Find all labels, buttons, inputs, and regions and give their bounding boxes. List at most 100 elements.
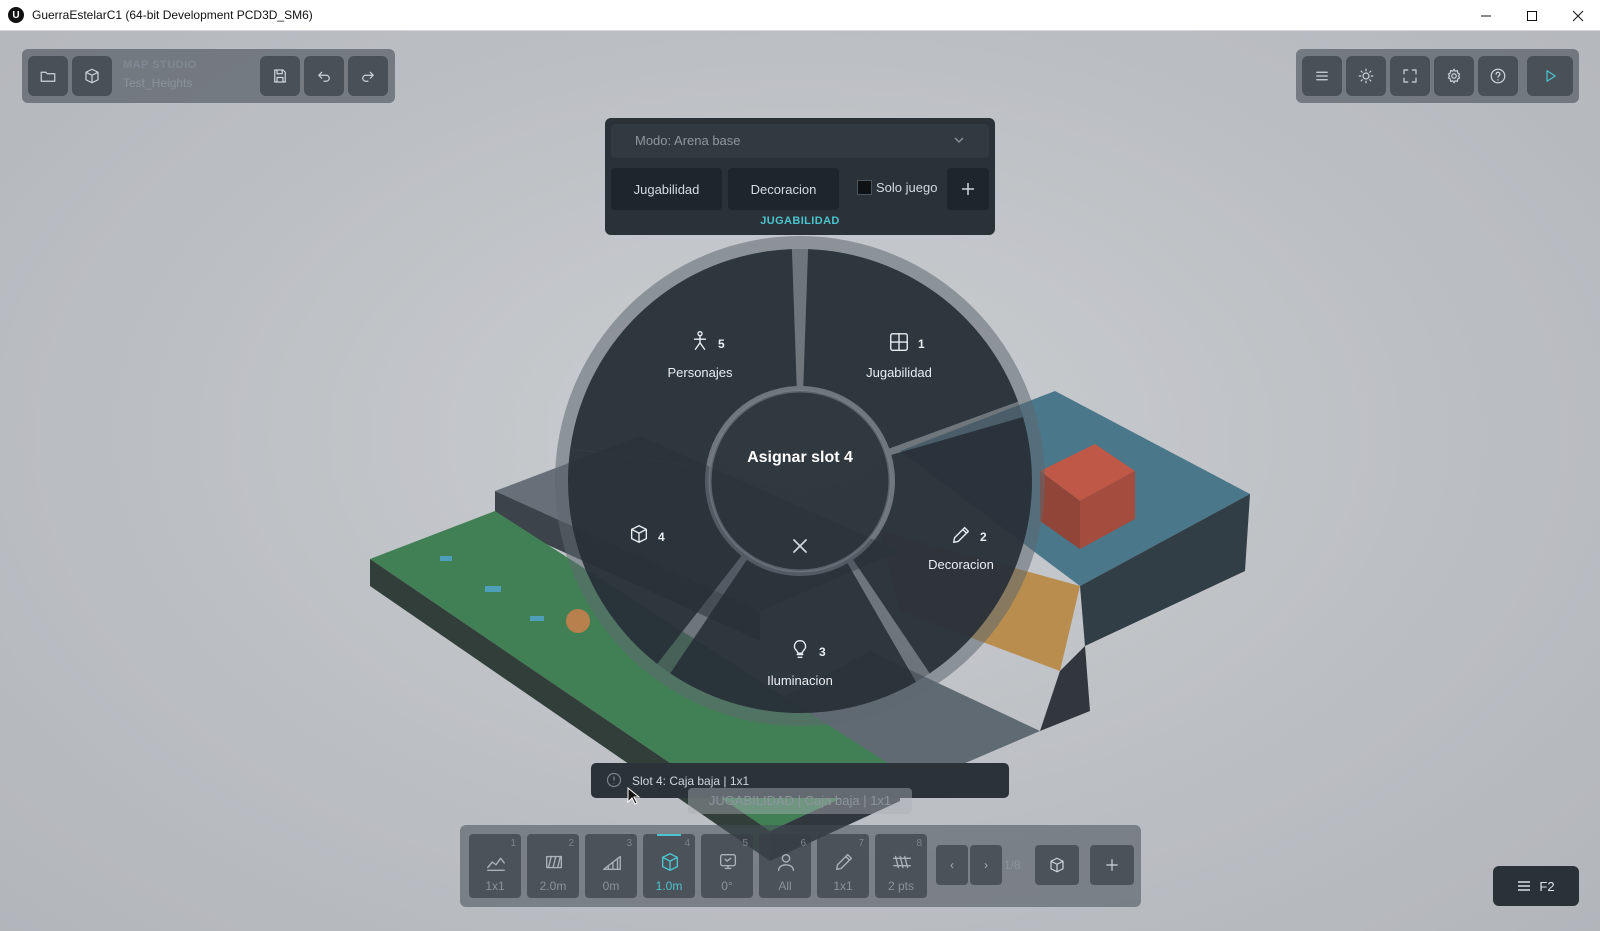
cube-icon	[628, 523, 650, 545]
menu-button[interactable]	[1302, 56, 1342, 96]
lightbulb-icon	[789, 638, 811, 660]
redo-icon	[362, 71, 374, 82]
radial-close-button[interactable]	[788, 534, 812, 558]
rotate-icon	[717, 851, 739, 873]
radial-center-title: Asignar slot 4	[747, 449, 853, 466]
pencil-icon	[833, 851, 855, 873]
settings-icon	[1447, 68, 1461, 84]
segment-number-decoracion: 2	[980, 530, 987, 544]
slot-1[interactable]: 1 1x1	[469, 834, 521, 898]
undo-icon	[318, 71, 330, 82]
solo-juego-toggle[interactable]: Solo juego	[857, 180, 937, 195]
slot-8[interactable]: 8 2 pts	[875, 834, 927, 898]
segment-label-jugabilidad: Jugabilidad	[866, 365, 932, 380]
maximize-icon	[1527, 10, 1537, 21]
close-icon	[1572, 10, 1584, 21]
mouse-cursor-icon	[627, 787, 641, 805]
slot-number: 8	[916, 838, 922, 849]
help-button[interactable]	[1478, 56, 1518, 96]
tooltip-text: Slot 4: Caja baja | 1x1	[632, 774, 750, 788]
slot-number: 5	[742, 838, 748, 849]
mode-select-value: Modo: Arena base	[635, 133, 741, 148]
slot-7[interactable]: 7 1x1	[817, 834, 869, 898]
plus-icon	[962, 183, 974, 195]
slot-value: 1.0m	[655, 879, 683, 893]
lighting-button[interactable]	[1346, 56, 1386, 96]
terrain-icon	[485, 851, 507, 873]
slot-5[interactable]: 5 0°	[701, 834, 753, 898]
undo-button[interactable]	[304, 56, 344, 96]
slot-number: 2	[568, 838, 574, 849]
ramp-icon	[601, 851, 623, 873]
f2-settings-button[interactable]: F2	[1493, 866, 1579, 906]
map-name: Test_Heights	[123, 76, 193, 90]
close-icon	[793, 539, 807, 553]
add-slot-button[interactable]	[1090, 845, 1134, 885]
solo-juego-checkbox[interactable]	[857, 180, 872, 195]
fullscreen-icon	[1403, 69, 1417, 83]
minimize-button[interactable]	[1463, 0, 1509, 31]
grid-icon	[888, 331, 910, 353]
segment-number-iluminacion: 3	[819, 645, 826, 659]
page-indicator: 1/8	[1004, 858, 1021, 872]
minimize-icon	[1481, 15, 1491, 16]
cube-tool-button[interactable]	[1035, 845, 1079, 885]
fullscreen-button[interactable]	[1390, 56, 1430, 96]
sliders-icon	[1518, 881, 1531, 891]
next-page-button[interactable]: ›	[970, 845, 1002, 885]
assets-button[interactable]	[72, 56, 112, 96]
chevron-down-icon	[954, 137, 964, 143]
help-icon	[1490, 68, 1506, 84]
menu-icon	[1316, 71, 1328, 81]
sun-icon	[1358, 68, 1374, 84]
save-button[interactable]	[260, 56, 300, 96]
settings-button[interactable]	[1434, 56, 1474, 96]
maximize-button[interactable]	[1509, 0, 1555, 31]
bottom-toolbar: 1 1x1 2 2.0m 3 0m 4 1.0m 5 0° 6 All 7 1x1 8 2 p…	[460, 825, 1141, 907]
person-icon	[775, 851, 797, 873]
slot-value: 2.0m	[539, 879, 567, 893]
add-mode-button[interactable]	[947, 168, 989, 210]
slot-value: 1x1	[485, 879, 505, 893]
folder-open-icon	[40, 71, 56, 82]
play-button[interactable]	[1527, 56, 1573, 96]
fence-icon	[891, 851, 913, 873]
slot-value: 0m	[602, 879, 620, 893]
open-folder-button[interactable]	[28, 56, 68, 96]
mode-panel: Modo: Arena base Jugabilidad Decoracion …	[605, 118, 995, 235]
info-icon	[606, 772, 622, 788]
prev-page-button[interactable]: ‹	[936, 845, 968, 885]
f2-label: F2	[1539, 878, 1555, 894]
close-window-button[interactable]	[1555, 0, 1600, 31]
slot-number: 6	[800, 838, 806, 849]
play-icon	[1546, 70, 1556, 82]
segment-number-slot4: 4	[658, 530, 665, 544]
window-titlebar: U GuerraEstelarC1 (64-bit Development PC…	[0, 0, 1600, 31]
tab-decoracion[interactable]: Decoracion	[728, 168, 839, 210]
tab-jugabilidad[interactable]: Jugabilidad	[611, 168, 722, 210]
redo-button[interactable]	[348, 56, 388, 96]
slot-2[interactable]: 2 2.0m	[527, 834, 579, 898]
person-icon	[689, 330, 711, 352]
segment-number-jugabilidad: 1	[918, 337, 925, 351]
mode-select[interactable]: Modo: Arena base	[611, 124, 989, 158]
mode-caption: JUGABILIDAD	[760, 215, 840, 227]
studio-label: MAP STUDIO	[123, 59, 197, 71]
slot-3[interactable]: 3 0m	[585, 834, 637, 898]
slot-number: 7	[858, 838, 864, 849]
slot-value: 0°	[721, 879, 733, 893]
segment-label-iluminacion: Iluminacion	[767, 673, 833, 688]
slot-value: 1x1	[833, 879, 853, 893]
slot-number: 4	[684, 838, 690, 849]
selection-caption: JUGABILIDAD | Caja baja | 1x1	[688, 788, 912, 814]
slot-value: All	[778, 879, 792, 893]
slot-4[interactable]: 4 1.0m	[643, 834, 695, 898]
slot-number: 1	[510, 838, 516, 849]
wall-icon	[543, 851, 565, 873]
save-icon	[274, 69, 286, 83]
cube-icon	[659, 851, 681, 873]
plus-icon	[1106, 859, 1118, 871]
cube-icon	[85, 68, 99, 84]
slot-6[interactable]: 6 All	[759, 834, 811, 898]
cube-icon	[1050, 857, 1064, 873]
